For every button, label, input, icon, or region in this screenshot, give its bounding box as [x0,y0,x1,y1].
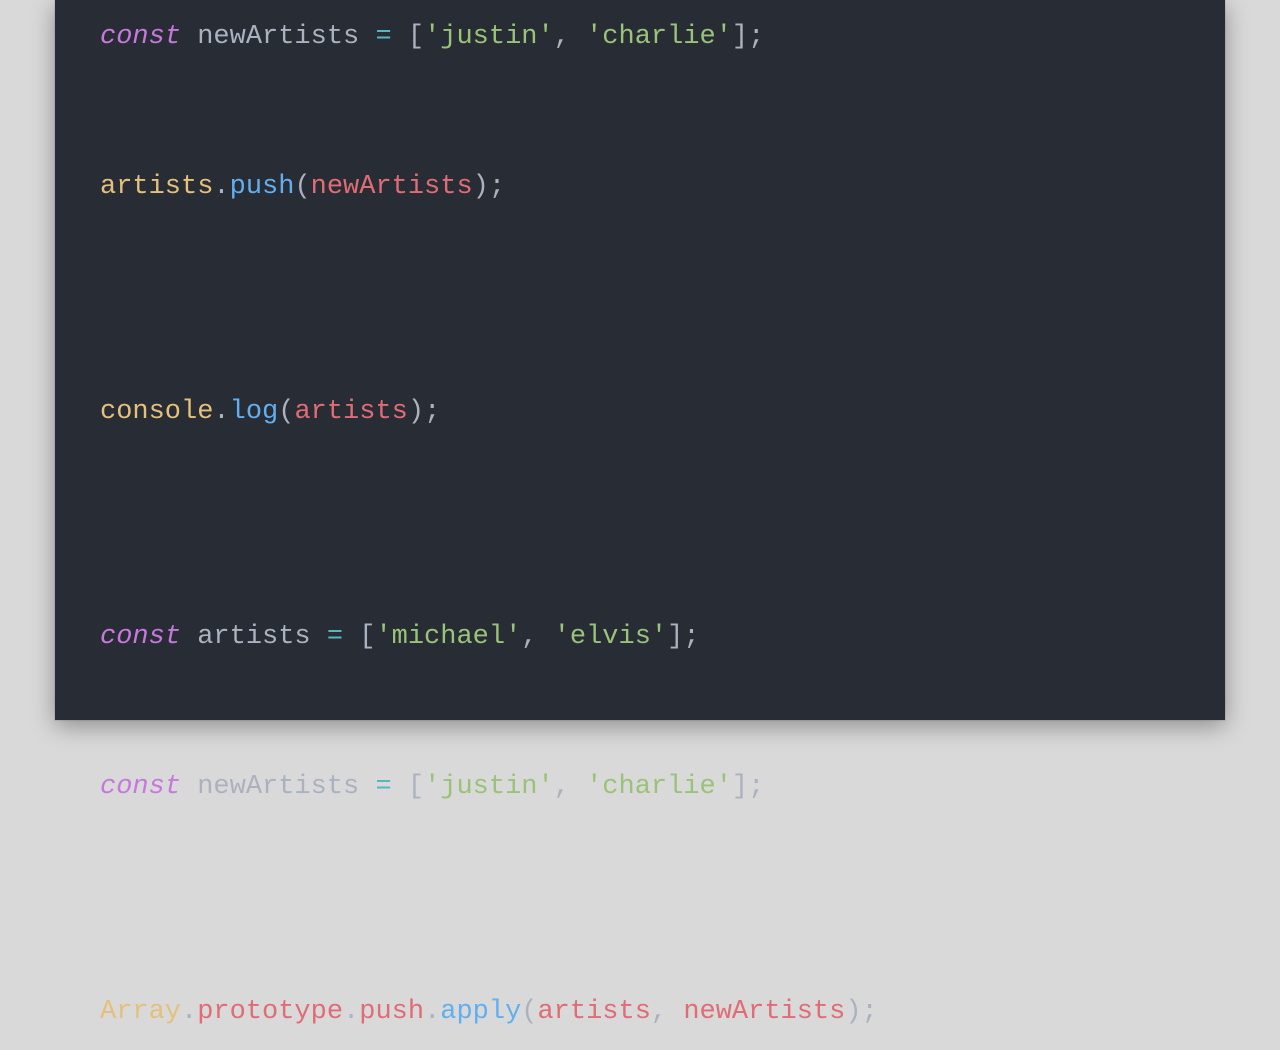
string-literal: 'charlie' [586,772,732,802]
keyword-const: const [100,622,181,652]
semicolon: ; [748,22,764,52]
operator-eq: = [375,772,391,802]
paren-open: ( [521,997,537,1027]
bracket-close: ] [732,22,748,52]
method-log: log [230,397,279,427]
var-name: artists [197,622,310,652]
argument: newArtists [311,172,473,202]
keyword-const: const [100,772,181,802]
operator-eq: = [327,622,343,652]
paren-close: ) [845,997,861,1027]
string-literal: 'elvis' [554,622,667,652]
semicolon: ; [862,997,878,1027]
code-line: console.log(artists); [100,397,440,427]
identifier: artists [100,172,213,202]
semicolon: ; [424,397,440,427]
paren-close: ) [473,172,489,202]
bracket-open: [ [408,772,424,802]
paren-close: ) [408,397,424,427]
argument: artists [294,397,407,427]
identifier: console [100,397,213,427]
comma: , [651,997,667,1027]
semicolon: ; [748,772,764,802]
semicolon: ; [489,172,505,202]
comma: , [554,772,570,802]
comma: , [521,622,537,652]
paren-open: ( [294,172,310,202]
code-line: const newArtists = ['justin', 'charlie']… [100,22,764,52]
property-push: push [359,997,424,1027]
argument: newArtists [683,997,845,1027]
method-push: push [230,172,295,202]
paren-open: ( [278,397,294,427]
code-line: const artists = ['michael', 'elvis']; [100,622,700,652]
string-literal: 'charlie' [586,22,732,52]
operator-eq: = [375,22,391,52]
dot: . [343,997,359,1027]
code-line: Array.prototype.push.apply(artists, newA… [100,997,878,1027]
code-line: const newArtists = ['justin', 'charlie']… [100,772,764,802]
string-literal: 'michael' [375,622,521,652]
code-block: const newArtists = ['justin', 'charlie']… [55,0,1225,1050]
var-name: newArtists [197,22,359,52]
method-apply: apply [440,997,521,1027]
dot: . [424,997,440,1027]
bracket-close: ] [667,622,683,652]
dot: . [213,172,229,202]
comma: , [554,22,570,52]
bracket-close: ] [732,772,748,802]
code-window: const newArtists = ['justin', 'charlie']… [55,0,1225,720]
dot: . [181,997,197,1027]
string-literal: 'justin' [424,22,554,52]
identifier-array: Array [100,997,181,1027]
bracket-open: [ [359,622,375,652]
dot: . [213,397,229,427]
semicolon: ; [683,622,699,652]
bracket-open: [ [408,22,424,52]
keyword-const: const [100,22,181,52]
code-line: artists.push(newArtists); [100,172,505,202]
string-literal: 'justin' [424,772,554,802]
property-prototype: prototype [197,997,343,1027]
argument: artists [537,997,650,1027]
var-name: newArtists [197,772,359,802]
